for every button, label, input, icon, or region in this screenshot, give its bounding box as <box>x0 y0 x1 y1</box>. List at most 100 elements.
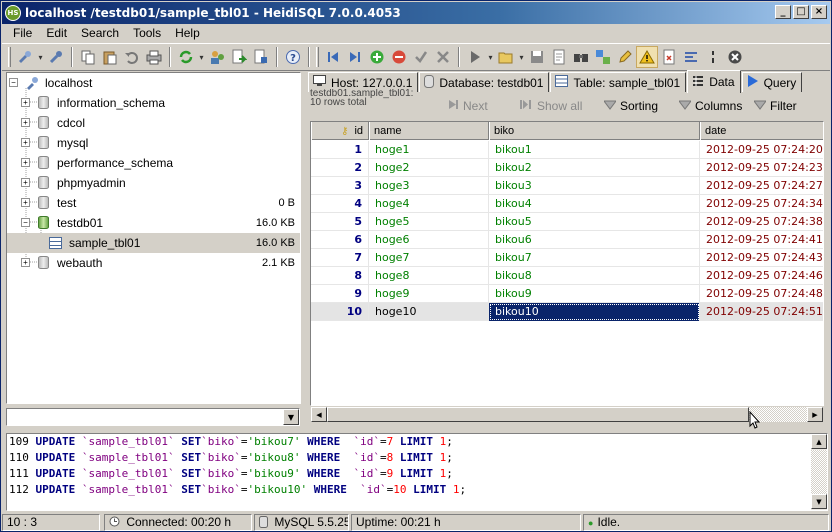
cell-name[interactable]: hoge7 <box>369 249 489 267</box>
save-snippet-icon[interactable] <box>548 46 570 68</box>
tree-node-database[interactable]: + phpmyadmin <box>7 173 300 193</box>
disconnect-icon[interactable] <box>45 46 67 68</box>
copy-icon[interactable] <box>77 46 99 68</box>
table-row[interactable]: 7 hoge7 bikou7 2012-09-25 07:24:43 <box>311 249 823 267</box>
sorting-button[interactable]: Sorting <box>603 99 658 113</box>
cell-date[interactable]: 2012-09-25 07:24:27 <box>700 177 823 195</box>
cell-biko[interactable]: bikou9 <box>489 285 700 303</box>
close-button[interactable]: × <box>811 5 827 19</box>
cell-id[interactable]: 1 <box>311 141 369 159</box>
tree-node-host[interactable]: − localhost <box>7 73 300 93</box>
next-button[interactable]: Next <box>448 99 488 113</box>
log-splitter[interactable] <box>2 428 830 432</box>
replace-icon[interactable] <box>592 46 614 68</box>
expand-icon[interactable]: + <box>21 178 30 187</box>
grid-horizontal-scrollbar[interactable]: ◀ ▶ <box>310 406 824 423</box>
cell-biko[interactable]: bikou8 <box>489 267 700 285</box>
cell-biko[interactable]: bikou2 <box>489 159 700 177</box>
stop-icon[interactable] <box>724 46 746 68</box>
scroll-track[interactable] <box>811 450 827 494</box>
column-header-biko[interactable]: biko <box>489 122 700 140</box>
columns-button[interactable]: Columns <box>678 99 742 113</box>
tab-query[interactable]: Query <box>741 72 803 92</box>
cell-date[interactable]: 2012-09-25 07:24:46 <box>700 267 823 285</box>
collapse-icon[interactable]: − <box>21 218 30 227</box>
cell-name[interactable]: hoge9 <box>369 285 489 303</box>
database-tree[interactable]: − localhost + information_schema + cdcol… <box>6 72 301 404</box>
format-icon[interactable] <box>680 46 702 68</box>
cell-name[interactable]: hoge4 <box>369 195 489 213</box>
explain-icon[interactable] <box>658 46 680 68</box>
maximize-button[interactable]: □ <box>793 5 809 19</box>
tree-node-database[interactable]: − testdb01 16.0 KB <box>7 213 300 233</box>
scroll-left-icon[interactable]: ◀ <box>311 407 327 422</box>
scroll-thumb[interactable] <box>327 407 749 422</box>
cell-biko[interactable]: bikou5 <box>489 213 700 231</box>
paste-icon[interactable] <box>99 46 121 68</box>
cell-date[interactable]: 2012-09-25 07:24:20 <box>700 141 823 159</box>
cell-name[interactable]: hoge5 <box>369 213 489 231</box>
toolbar-grip[interactable] <box>316 47 319 67</box>
run-icon[interactable] <box>464 46 486 68</box>
cell-date[interactable]: 2012-09-25 07:24:41 <box>700 231 823 249</box>
menu-file[interactable]: File <box>6 26 39 40</box>
cell-id[interactable]: 2 <box>311 159 369 177</box>
table-row[interactable]: 1 hoge1 bikou1 2012-09-25 07:24:20 <box>311 141 823 159</box>
import-icon[interactable] <box>250 46 272 68</box>
title-bar[interactable]: HS localhost /testdb01/sample_tbl01 - He… <box>2 2 830 24</box>
column-header-name[interactable]: name <box>369 122 489 140</box>
cell-biko[interactable]: bikou10 <box>489 303 700 321</box>
cell-date[interactable]: 2012-09-25 07:24:43 <box>700 249 823 267</box>
cell-date[interactable]: 2012-09-25 07:24:38 <box>700 213 823 231</box>
collapse-icon[interactable]: − <box>9 78 18 87</box>
cell-name[interactable]: hoge1 <box>369 141 489 159</box>
menu-edit[interactable]: Edit <box>39 26 74 40</box>
menu-tools[interactable]: Tools <box>126 26 168 40</box>
table-row[interactable]: 5 hoge5 bikou5 2012-09-25 07:24:38 <box>311 213 823 231</box>
chevron-down-icon[interactable]: ▼ <box>283 409 299 425</box>
expand-icon[interactable]: + <box>21 118 30 127</box>
refresh-icon[interactable] <box>175 46 197 68</box>
scroll-up-icon[interactable]: ▲ <box>811 434 827 449</box>
cell-id[interactable]: 6 <box>311 231 369 249</box>
tree-node-database[interactable]: + test 0 B <box>7 193 300 213</box>
filter-button[interactable]: Filter <box>753 99 797 113</box>
refresh-dropdown-icon[interactable]: ▾ <box>197 46 206 68</box>
cell-biko[interactable]: bikou3 <box>489 177 700 195</box>
first-record-icon[interactable] <box>322 46 344 68</box>
menu-search[interactable]: Search <box>74 26 126 40</box>
table-row[interactable]: 2 hoge2 bikou2 2012-09-25 07:24:23 <box>311 159 823 177</box>
help-icon[interactable]: ? <box>282 46 304 68</box>
tree-node-database[interactable]: + cdcol <box>7 113 300 133</box>
print-icon[interactable] <box>143 46 165 68</box>
cell-date[interactable]: 2012-09-25 07:24:23 <box>700 159 823 177</box>
table-row[interactable]: 4 hoge4 bikou4 2012-09-25 07:24:34 <box>311 195 823 213</box>
table-row[interactable]: 3 hoge3 bikou3 2012-09-25 07:24:27 <box>311 177 823 195</box>
log-vertical-scrollbar[interactable]: ▲ ▼ <box>811 434 827 510</box>
export-icon[interactable] <box>228 46 250 68</box>
tree-node-database[interactable]: + information_schema <box>7 93 300 113</box>
cell-id[interactable]: 8 <box>311 267 369 285</box>
connect-dropdown-icon[interactable]: ▾ <box>36 46 45 68</box>
cell-id[interactable]: 10 <box>311 303 369 321</box>
last-record-icon[interactable] <box>344 46 366 68</box>
tree-node-database[interactable]: + performance_schema <box>7 153 300 173</box>
cell-id[interactable]: 5 <box>311 213 369 231</box>
find-icon[interactable] <box>570 46 592 68</box>
connect-icon[interactable] <box>14 46 36 68</box>
cell-biko[interactable]: bikou1 <box>489 141 700 159</box>
run-dropdown-icon[interactable]: ▾ <box>486 46 495 68</box>
cell-name[interactable]: hoge2 <box>369 159 489 177</box>
cell-name[interactable]: hoge3 <box>369 177 489 195</box>
tab-table[interactable]: Table: sample_tbl01 <box>550 72 687 92</box>
table-row[interactable]: 9 hoge9 bikou9 2012-09-25 07:24:48 <box>311 285 823 303</box>
cell-id[interactable]: 4 <box>311 195 369 213</box>
column-header-date[interactable]: date <box>700 122 823 140</box>
scroll-right-icon[interactable]: ▶ <box>807 407 823 422</box>
expand-icon[interactable]: + <box>21 158 30 167</box>
scroll-down-icon[interactable]: ▼ <box>811 494 827 509</box>
table-row[interactable]: 10 hoge10 bikou10 2012-09-25 07:24:51 <box>311 303 823 321</box>
cell-name[interactable]: hoge10 <box>369 303 489 321</box>
edit-icon[interactable] <box>614 46 636 68</box>
sql-log[interactable]: 109 UPDATE `sample_tbl01` SET`biko`='bik… <box>6 433 828 511</box>
